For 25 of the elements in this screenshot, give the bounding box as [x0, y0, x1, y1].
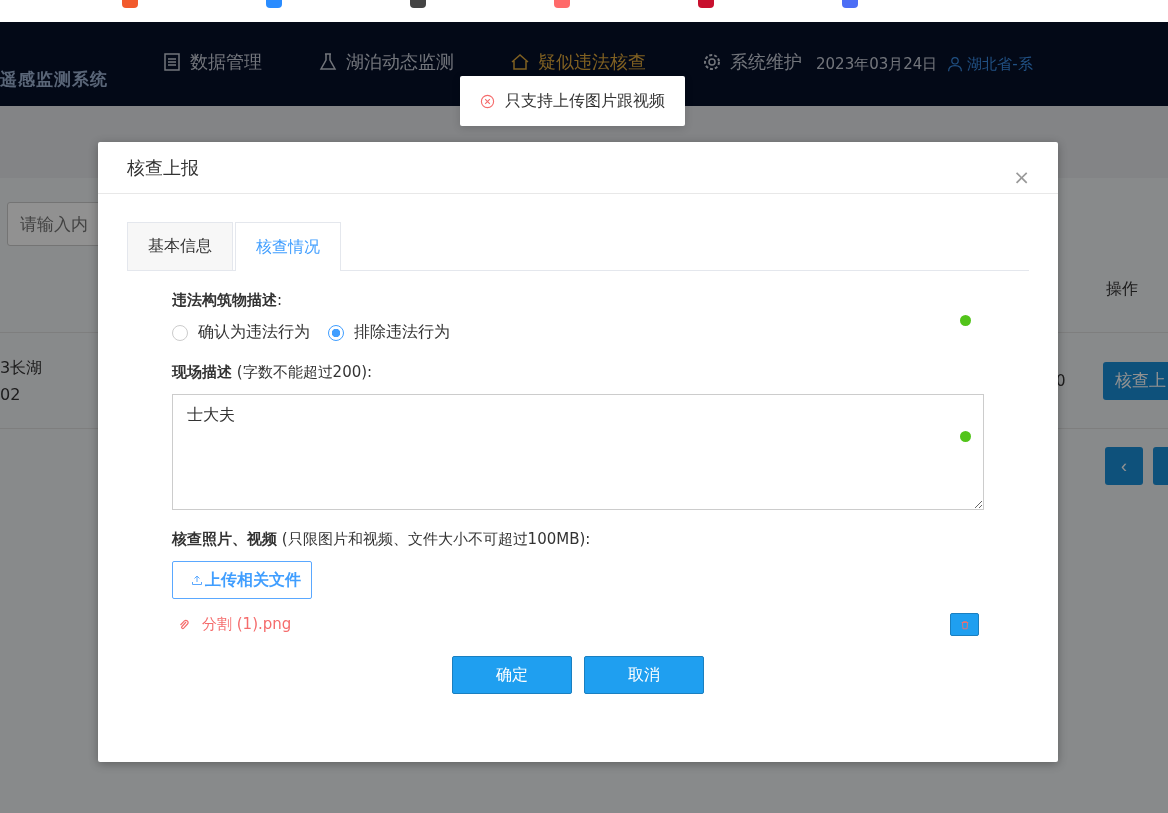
- file-link[interactable]: 分割 (1).png: [202, 615, 950, 634]
- field-label: 现场描述 (字数不能超过200):: [172, 363, 374, 382]
- user-name[interactable]: 湖北省-系: [967, 54, 1033, 74]
- radio-option[interactable]: 排除违法行为: [328, 322, 450, 343]
- table-cell: 02: [0, 384, 21, 404]
- description-field[interactable]: 士大夫: [172, 394, 984, 510]
- radio-option[interactable]: 确认为违法行为: [172, 322, 310, 343]
- tab[interactable]: 基本信息: [127, 222, 233, 270]
- check-report-button[interactable]: 核查上: [1103, 361, 1168, 400]
- tab[interactable]: 核查情况: [235, 222, 341, 271]
- table-cell: 3长湖: [0, 357, 43, 379]
- nav-tab[interactable]: 数据管理: [162, 22, 262, 106]
- upload-button[interactable]: 上传相关文件: [172, 561, 312, 599]
- nav-tab[interactable]: 湖泊动态监测: [318, 22, 454, 106]
- system-logo: 遥感监测系统: [0, 67, 109, 91]
- field-label: 核查照片、视频 (只限图片和视频、文件大小不可超过100MB):: [172, 530, 592, 549]
- nav-tab[interactable]: 系统维护: [702, 22, 802, 106]
- column-header: 操作: [1106, 278, 1138, 300]
- cancel-button[interactable]: 取消: [584, 656, 704, 694]
- close-button[interactable]: ×: [1013, 164, 1030, 189]
- field-label: 违法构筑物描述:: [172, 291, 284, 310]
- dialog-title: 核查上报: [127, 155, 199, 180]
- previous-page-button[interactable]: ‹: [1105, 447, 1143, 485]
- date-text: 2023年03月24日: [816, 54, 938, 74]
- confirm-button[interactable]: 确定: [452, 656, 572, 694]
